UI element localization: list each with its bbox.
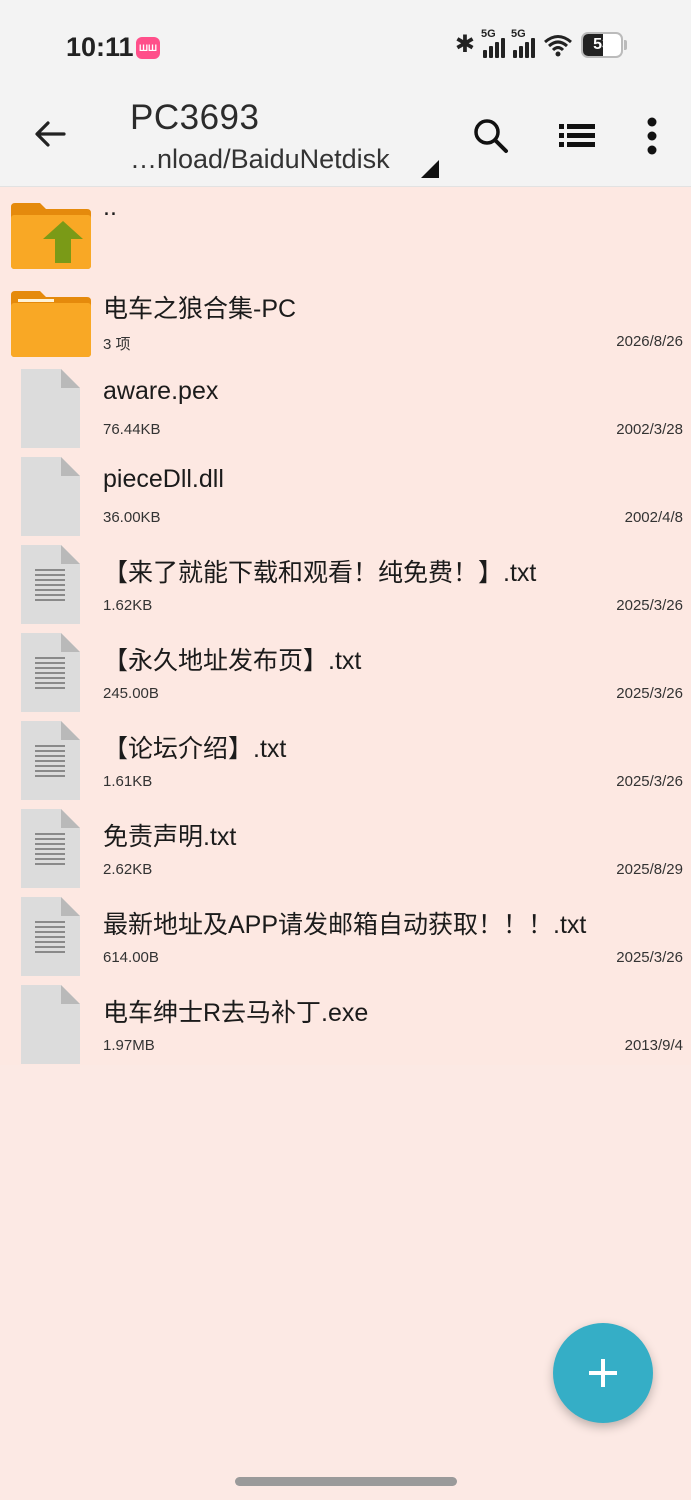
wifi-icon <box>544 34 572 56</box>
text-file-icon <box>21 809 80 888</box>
file-date: 2026/8/26 <box>616 333 683 350</box>
file-name: 【来了就能下载和观看！纯免费！】.txt <box>103 559 537 587</box>
plus-icon <box>589 1359 617 1387</box>
file-name: 【永久地址发布页】.txt <box>103 647 362 675</box>
text-file-icon <box>21 545 80 624</box>
text-file-icon <box>21 721 80 800</box>
status-time: 10:11 <box>66 32 134 62</box>
list-view-icon[interactable] <box>557 116 597 156</box>
file-date: 2025/8/29 <box>616 861 683 878</box>
list-item-file[interactable]: pieceDll.dll 36.00KB 2002/4/8 <box>0 451 691 539</box>
folder-title: PC3693 <box>130 98 260 137</box>
bluetooth-icon: ✱ <box>454 31 475 58</box>
notification-app-icon: ШШ <box>136 37 160 59</box>
file-name: 【论坛介绍】.txt <box>103 735 287 763</box>
file-name: 免责声明.txt <box>103 823 237 851</box>
file-name: aware.pex <box>103 377 219 405</box>
back-arrow-icon[interactable] <box>32 116 68 152</box>
battery-level: 53 <box>593 35 611 53</box>
path-dropdown-icon[interactable] <box>421 160 439 178</box>
file-list: .. 电车之狼合集-PC 3 项 2026/8/26 aware.pex 76.… <box>0 187 691 1065</box>
text-file-icon <box>21 633 80 712</box>
file-name: 最新地址及APP请发邮箱自动获取！！！.txt <box>103 911 587 939</box>
add-fab-button[interactable] <box>553 1323 653 1423</box>
status-bar: 10:11 ШШ ✱ 5G 5G 53 <box>0 0 691 96</box>
file-meta: 1.61KB <box>103 773 153 790</box>
text-file-icon <box>21 897 80 976</box>
parent-folder-icon <box>11 203 91 269</box>
file-date: 2002/4/8 <box>624 509 683 526</box>
gesture-navigation-handle[interactable] <box>235 1477 457 1486</box>
file-date: 2002/3/28 <box>616 421 683 438</box>
list-item-file[interactable]: aware.pex 76.44KB 2002/3/28 <box>0 363 691 451</box>
more-vert-icon[interactable] <box>632 116 672 156</box>
system-icons: ✱ 5G 5G 53 <box>454 28 627 59</box>
generic-file-icon <box>21 985 80 1064</box>
generic-file-icon <box>21 369 80 448</box>
file-date: 2025/3/26 <box>616 773 683 790</box>
file-name: pieceDll.dll <box>103 465 224 493</box>
cellular-signal-icon-2: 5G <box>511 28 535 58</box>
file-date: 2025/3/26 <box>616 597 683 614</box>
file-meta: 36.00KB <box>103 509 161 526</box>
generic-file-icon <box>21 457 80 536</box>
signal-type-label: 5G <box>481 27 496 40</box>
file-name: 电车绅士R去马补丁.exe <box>103 999 369 1027</box>
cellular-signal-icon: 5G <box>481 28 505 58</box>
search-icon[interactable] <box>471 116 511 156</box>
list-item-file[interactable]: 【来了就能下载和观看！纯免费！】.txt 1.62KB 2025/3/26 <box>0 539 691 627</box>
file-name: .. <box>103 193 117 221</box>
signal-type-label-2: 5G <box>511 27 526 40</box>
file-meta: 3 项 <box>103 336 131 353</box>
list-item-file[interactable]: 最新地址及APP请发邮箱自动获取！！！.txt 614.00B 2025/3/2… <box>0 891 691 979</box>
file-meta: 245.00B <box>103 685 159 702</box>
list-item-folder[interactable]: 电车之狼合集-PC 3 项 2026/8/26 <box>0 275 691 363</box>
file-date: 2025/3/26 <box>616 685 683 702</box>
file-name: 电车之狼合集-PC <box>103 295 297 323</box>
list-item-file[interactable]: 【永久地址发布页】.txt 245.00B 2025/3/26 <box>0 627 691 715</box>
app-bar: PC3693 …nload/BaiduNetdisk <box>0 96 691 187</box>
list-item-file[interactable]: 免责声明.txt 2.62KB 2025/8/29 <box>0 803 691 891</box>
battery-icon: 53 <box>581 31 623 58</box>
file-meta: 76.44KB <box>103 421 161 438</box>
file-meta: 1.62KB <box>103 597 153 614</box>
file-meta: 614.00B <box>103 949 159 966</box>
file-meta: 1.97MB <box>103 1037 155 1054</box>
file-meta: 2.62KB <box>103 861 153 878</box>
list-item-file[interactable]: 电车绅士R去马补丁.exe 1.97MB 2013/9/4 <box>0 979 691 1067</box>
folder-icon <box>11 291 91 357</box>
file-date: 2013/9/4 <box>624 1037 683 1054</box>
list-item-parent-folder[interactable]: .. <box>0 187 691 275</box>
path-breadcrumb[interactable]: …nload/BaiduNetdisk <box>130 144 390 175</box>
list-item-file[interactable]: 【论坛介绍】.txt 1.61KB 2025/3/26 <box>0 715 691 803</box>
file-date: 2025/3/26 <box>616 949 683 966</box>
